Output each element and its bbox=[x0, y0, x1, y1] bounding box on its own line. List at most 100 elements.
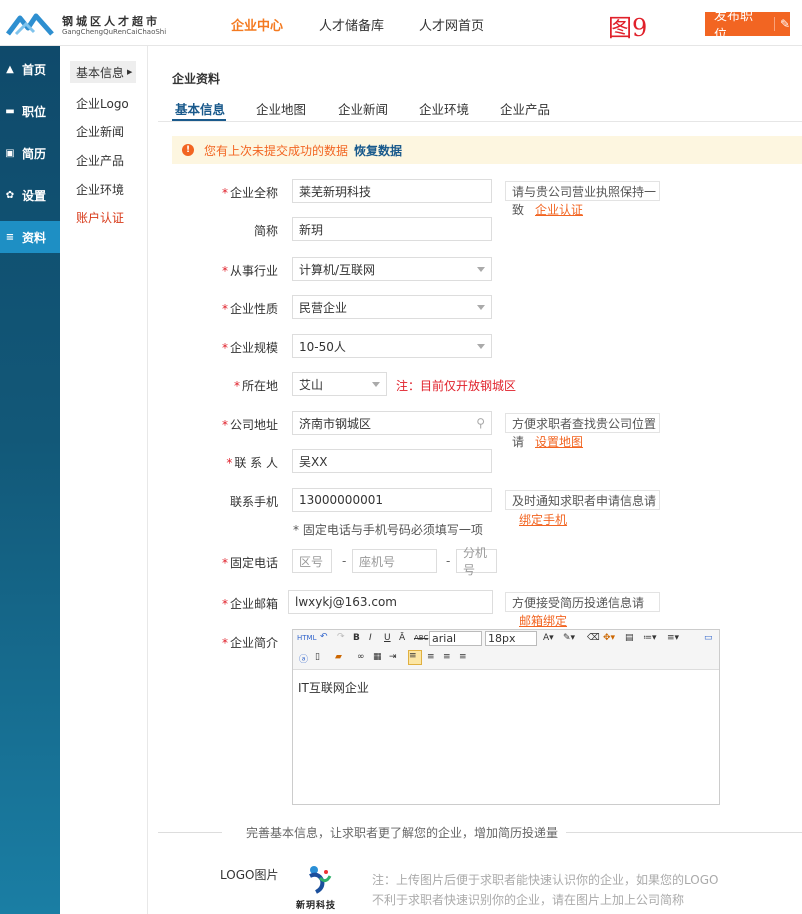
format-painter-icon[interactable]: ✥▾ bbox=[603, 633, 615, 643]
phone-separator: - bbox=[446, 554, 451, 568]
html-source-icon[interactable]: HTML bbox=[297, 634, 316, 642]
bind-mobile-link[interactable]: 绑定手机 bbox=[519, 511, 567, 528]
section-divider-left bbox=[158, 832, 222, 833]
tab-products[interactable]: 企业产品 bbox=[500, 99, 550, 118]
logo-icon[interactable] bbox=[6, 10, 58, 38]
notice-message: 您有上次未提交成功的数据 bbox=[204, 143, 349, 158]
redo-icon[interactable]: ↷ bbox=[337, 632, 345, 642]
short-name-input[interactable]: 新玥 bbox=[292, 217, 492, 241]
location-value: 艾山 bbox=[299, 377, 324, 392]
submenu-products[interactable]: 企业产品 bbox=[76, 152, 124, 169]
contact-person-input[interactable]: 吴XX bbox=[292, 449, 492, 473]
undo-icon[interactable]: ↶ bbox=[320, 632, 328, 642]
area-code-input[interactable]: 区号 bbox=[292, 549, 332, 573]
submenu-basic-info[interactable]: 基本信息 ▶ bbox=[70, 61, 136, 83]
unordered-list-icon[interactable]: ≡▾ bbox=[667, 633, 679, 643]
nav-enterprise-center[interactable]: 企业中心 bbox=[231, 15, 283, 34]
set-map-link[interactable]: 设置地图 bbox=[535, 433, 583, 450]
landline-label: * 固定电话 bbox=[221, 556, 278, 570]
font-color-icon[interactable]: A▾ bbox=[543, 633, 554, 643]
extension-input[interactable]: 分机号 bbox=[456, 546, 497, 577]
map-pin-icon: ⚲ bbox=[476, 416, 485, 430]
restore-data-link[interactable]: 恢复数据 bbox=[354, 142, 402, 159]
tab-map[interactable]: 企业地图 bbox=[256, 99, 306, 118]
submenu bbox=[60, 46, 148, 914]
page-icon[interactable]: ▯ bbox=[315, 652, 320, 662]
sidebar-item-profile[interactable]: ≡ 资料 bbox=[0, 221, 60, 253]
table-icon[interactable]: ▦ bbox=[373, 652, 382, 662]
publish-job-button[interactable]: 发布职位 ✎ bbox=[705, 9, 790, 43]
email-input[interactable]: lwxykj@163.com bbox=[288, 590, 493, 614]
company-logo-icon bbox=[309, 866, 332, 894]
logo-image-label: LOGO图片 bbox=[220, 868, 279, 882]
location-note: 注：目前仅开放钢城区 bbox=[396, 379, 517, 393]
industry-select[interactable]: 计算机/互联网 bbox=[292, 257, 492, 281]
address-label: * 公司地址 bbox=[221, 418, 278, 432]
submenu-logo[interactable]: 企业Logo bbox=[76, 95, 129, 112]
landline-number-input[interactable]: 座机号 bbox=[352, 549, 437, 573]
tab-basic-info[interactable]: 基本信息 bbox=[175, 99, 225, 118]
intro-label: * 企业简介 bbox=[221, 636, 278, 650]
address-input[interactable]: 济南市钢城区 ⚲ bbox=[292, 411, 492, 435]
logo-title: 钢城区人才超市 bbox=[62, 15, 160, 28]
highlight-icon[interactable]: ✎▾ bbox=[563, 633, 575, 643]
submenu-news[interactable]: 企业新闻 bbox=[76, 123, 124, 140]
company-verification-link[interactable]: 企业认证 bbox=[535, 201, 583, 218]
font-border-icon[interactable]: Ā bbox=[399, 633, 405, 643]
bold-icon[interactable]: B bbox=[353, 633, 360, 643]
logo-subtitle: GangChengQuRenCaiChaoShi bbox=[62, 28, 167, 36]
address-tip-line2: 请 bbox=[512, 435, 525, 449]
active-tab-indicator bbox=[172, 119, 226, 121]
chevron-down-icon bbox=[477, 305, 485, 310]
sidebar-item-settings[interactable]: ✿ 设置 bbox=[0, 179, 60, 211]
unsaved-data-notice: ! 您有上次未提交成功的数据 恢复数据 bbox=[172, 136, 802, 164]
industry-value: 计算机/互联网 bbox=[299, 262, 376, 277]
align-left-icon[interactable]: ≡ bbox=[408, 650, 422, 665]
sidebar-item-home[interactable]: ▲ 首页 bbox=[0, 53, 60, 85]
eraser-icon[interactable]: ⌫ bbox=[587, 633, 600, 643]
tabs-divider bbox=[158, 121, 802, 122]
submenu-head-label: 基本信息 bbox=[76, 65, 125, 80]
fullscreen-icon[interactable]: ▭ bbox=[704, 633, 713, 643]
sidebar bbox=[0, 46, 60, 914]
bind-email-link[interactable]: 邮箱绑定 bbox=[519, 612, 567, 629]
chevron-down-icon bbox=[477, 344, 485, 349]
underline-icon[interactable]: U bbox=[384, 633, 391, 643]
strikethrough-icon[interactable]: ABC bbox=[414, 634, 428, 642]
link-chain-icon[interactable]: ∞ bbox=[357, 652, 365, 662]
location-select[interactable]: 艾山 bbox=[292, 372, 387, 396]
phone-separator: - bbox=[342, 554, 347, 568]
sidebar-item-label: 资料 bbox=[22, 230, 47, 245]
align-justify-icon[interactable]: ≡ bbox=[459, 652, 467, 662]
font-size-select[interactable]: 18px bbox=[485, 631, 537, 646]
font-family-select[interactable]: arial bbox=[429, 631, 482, 646]
sidebar-item-label: 简历 bbox=[22, 146, 47, 161]
ordered-list-icon[interactable]: ≔▾ bbox=[643, 633, 657, 643]
align-center-icon[interactable]: ≡ bbox=[427, 652, 435, 662]
editor-content[interactable]: IT互联网企业 bbox=[298, 679, 369, 696]
sidebar-item-jobs[interactable]: ▬ 职位 bbox=[0, 95, 60, 127]
company-name-tip-line2: 致 bbox=[512, 203, 525, 217]
company-scale-select[interactable]: 10-50人 bbox=[292, 334, 492, 358]
submenu-environment[interactable]: 企业环境 bbox=[76, 181, 124, 198]
company-logo-image[interactable]: 新玥科技 bbox=[296, 862, 346, 911]
tab-news[interactable]: 企业新闻 bbox=[338, 99, 388, 118]
indent-icon[interactable]: ⇥ bbox=[389, 652, 397, 662]
nav-home[interactable]: 人才网首页 bbox=[419, 15, 484, 34]
tab-environment[interactable]: 企业环境 bbox=[419, 99, 469, 118]
image-icon[interactable]: ▰ bbox=[335, 652, 342, 662]
figure-label: 图9 bbox=[608, 14, 648, 42]
mobile-label: 联系手机 bbox=[229, 495, 278, 509]
section-divider-right bbox=[560, 832, 802, 833]
sidebar-item-resumes[interactable]: ▣ 简历 bbox=[0, 137, 60, 169]
company-nature-select[interactable]: 民营企业 bbox=[292, 295, 492, 319]
mobile-input[interactable]: 13000000001 bbox=[292, 488, 492, 512]
link-icon[interactable]: ⓐ bbox=[299, 652, 308, 665]
nav-talent-pool[interactable]: 人才储备库 bbox=[319, 15, 384, 34]
paste-icon[interactable]: ▤ bbox=[625, 633, 634, 643]
italic-icon[interactable]: I bbox=[369, 633, 372, 643]
pencil-icon: ✎ bbox=[773, 17, 790, 31]
company-name-input[interactable]: 莱芜新玥科技 bbox=[292, 179, 492, 203]
align-right-icon[interactable]: ≡ bbox=[443, 652, 451, 662]
submenu-account-verification[interactable]: 账户认证 bbox=[76, 209, 124, 226]
